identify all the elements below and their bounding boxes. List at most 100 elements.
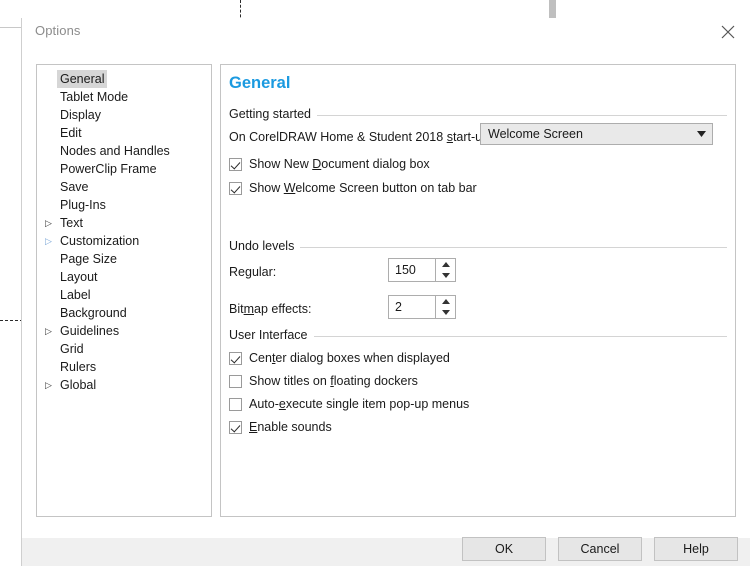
checkbox-center-dialog-boxes[interactable]: Center dialog boxes when displayed [229,351,450,365]
spinner-buttons[interactable] [436,295,456,319]
bitmap-effects-input[interactable]: 2 [388,295,436,319]
regular-undo-spinner[interactable]: 150 [388,258,456,282]
label-post: xecute single item pop-up menus [285,397,470,411]
close-button[interactable] [706,18,750,46]
label-mnemonic: D [312,157,322,171]
close-icon [721,25,735,39]
group-header: Undo levels [229,239,727,255]
sidebar-item-plug-ins[interactable]: Plug-Ins [37,196,211,214]
sidebar-item-label: Label [60,288,91,302]
checkbox-label: Show titles on floating dockers [249,374,418,388]
sidebar-item-label: Background [60,306,127,320]
sidebar-item-label: Plug-Ins [60,198,106,212]
help-button[interactable]: Help [654,537,738,561]
expander-icon[interactable]: ▷ [45,214,57,232]
label-pre: Show titles on [249,374,331,388]
ok-button[interactable]: OK [462,537,546,561]
sidebar-item-display[interactable]: Display [37,106,211,124]
label-post: loating dockers [333,374,418,388]
checkbox-show-new-document[interactable]: Show New Document dialog box [229,157,430,171]
triangle-down-icon[interactable] [436,270,455,281]
sidebar-item-edit[interactable]: Edit [37,124,211,142]
label-post: nable sounds [257,420,332,434]
startup-action-dropdown[interactable]: Welcome Screen [480,123,713,145]
expander-icon[interactable]: ▷ [45,376,57,394]
checkbox-box [229,397,242,411]
label-post: ular: [251,265,277,279]
sidebar-item-label: Text [60,216,83,230]
sidebar-item-page-size[interactable]: Page Size [37,250,211,268]
sidebar-item-general[interactable]: General [37,70,211,88]
label-pre: Bit [229,302,244,316]
sidebar-item-layout[interactable]: Layout [37,268,211,286]
sidebar-item-label: PowerClip Frame [60,162,157,176]
triangle-down-icon[interactable] [436,307,455,318]
sidebar-item-global[interactable]: ▷ Global [37,376,211,394]
label-mnemonic: W [283,181,296,195]
startup-action-value: Welcome Screen [488,127,583,141]
sidebar-item-label: Guidelines [60,324,120,338]
settings-category-tree[interactable]: General Tablet Mode Display Edit Nodes a… [36,64,212,517]
checkbox-box [229,374,242,388]
checkbox-label: Center dialog boxes when displayed [249,351,450,365]
label-pre: Show [249,181,284,195]
checkbox-box [229,157,242,171]
sidebar-item-powerclip-frame[interactable]: PowerClip Frame [37,160,211,178]
expander-icon[interactable]: ▷ [45,322,57,340]
checkbox-show-titles-floating-dockers[interactable]: Show titles on floating dockers [229,374,418,388]
sidebar-item-label: Page Size [60,252,117,266]
bitmap-effects-label: Bitmap effects: [229,302,311,316]
checkbox-show-welcome-screen-button[interactable]: Show Welcome Screen button on tab bar [229,181,477,195]
screen: Options General Tablet Mode Display Edit… [0,0,750,566]
checkbox-label: Show Welcome Screen button on tab bar [249,181,477,195]
sidebar-item-save[interactable]: Save [37,178,211,196]
checkbox-box [229,420,242,434]
settings-detail-panel: General Getting started On CorelDRAW Hom… [220,64,736,517]
label-pre: Show New [249,157,313,171]
label-post: elcome Screen button on tab bar [295,181,477,195]
cancel-button[interactable]: Cancel [558,537,642,561]
sidebar-item-text[interactable]: ▷ Text [37,214,211,232]
options-dialog: Options General Tablet Mode Display Edit… [21,18,750,566]
spinner-buttons[interactable] [436,258,456,282]
sidebar-item-tablet-mode[interactable]: Tablet Mode [37,88,211,106]
group-user-interface: User Interface [229,328,727,344]
sidebar-item-label[interactable]: Label [37,286,211,304]
checkbox-enable-sounds[interactable]: Enable sounds [229,420,332,434]
triangle-up-icon[interactable] [436,296,455,307]
sidebar-item-label: Save [60,180,89,194]
dialog-title: Options [35,23,81,38]
checkbox-label: Show New Document dialog box [249,157,430,171]
triangle-up-icon[interactable] [436,259,455,270]
checkbox-auto-execute-popup-menus[interactable]: Auto-execute single item pop-up menus [229,397,469,411]
label-pre: Cen [249,351,272,365]
sidebar-item-label: Grid [60,342,84,356]
chevron-down-icon [690,131,712,137]
bitmap-effects-spinner[interactable]: 2 [388,295,456,319]
group-undo-levels: Undo levels [229,239,727,255]
sidebar-item-grid[interactable]: Grid [37,340,211,358]
sidebar-item-customization[interactable]: ▷ Customization [37,232,211,250]
label-mnemonic: m [243,302,255,316]
regular-undo-input[interactable]: 150 [388,258,436,282]
sidebar-item-rulers[interactable]: Rulers [37,358,211,376]
label-mnemonic: g [244,265,252,279]
label-pre: Auto- [249,397,279,411]
expander-icon[interactable]: ▷ [45,232,57,250]
sidebar-item-guidelines[interactable]: ▷ Guidelines [37,322,211,340]
sidebar-item-background[interactable]: Background [37,304,211,322]
group-getting-started: Getting started [229,107,727,123]
checkbox-box [229,181,242,195]
checkbox-label: Enable sounds [249,420,332,434]
checkbox-box [229,351,242,365]
sidebar-item-label: General [57,70,108,88]
sidebar-item-nodes-and-handles[interactable]: Nodes and Handles [37,142,211,160]
sidebar-item-label: Customization [60,234,140,248]
checkbox-label: Auto-execute single item pop-up menus [249,397,469,411]
group-label: User Interface [229,328,314,342]
tree-list: General Tablet Mode Display Edit Nodes a… [37,65,211,394]
sidebar-item-label: Rulers [60,360,97,374]
sidebar-item-label: Global [60,378,97,392]
startup-label: On CorelDRAW Home & Student 2018 start-u… [229,130,493,144]
dialog-footer: OK Cancel Help [22,537,750,566]
